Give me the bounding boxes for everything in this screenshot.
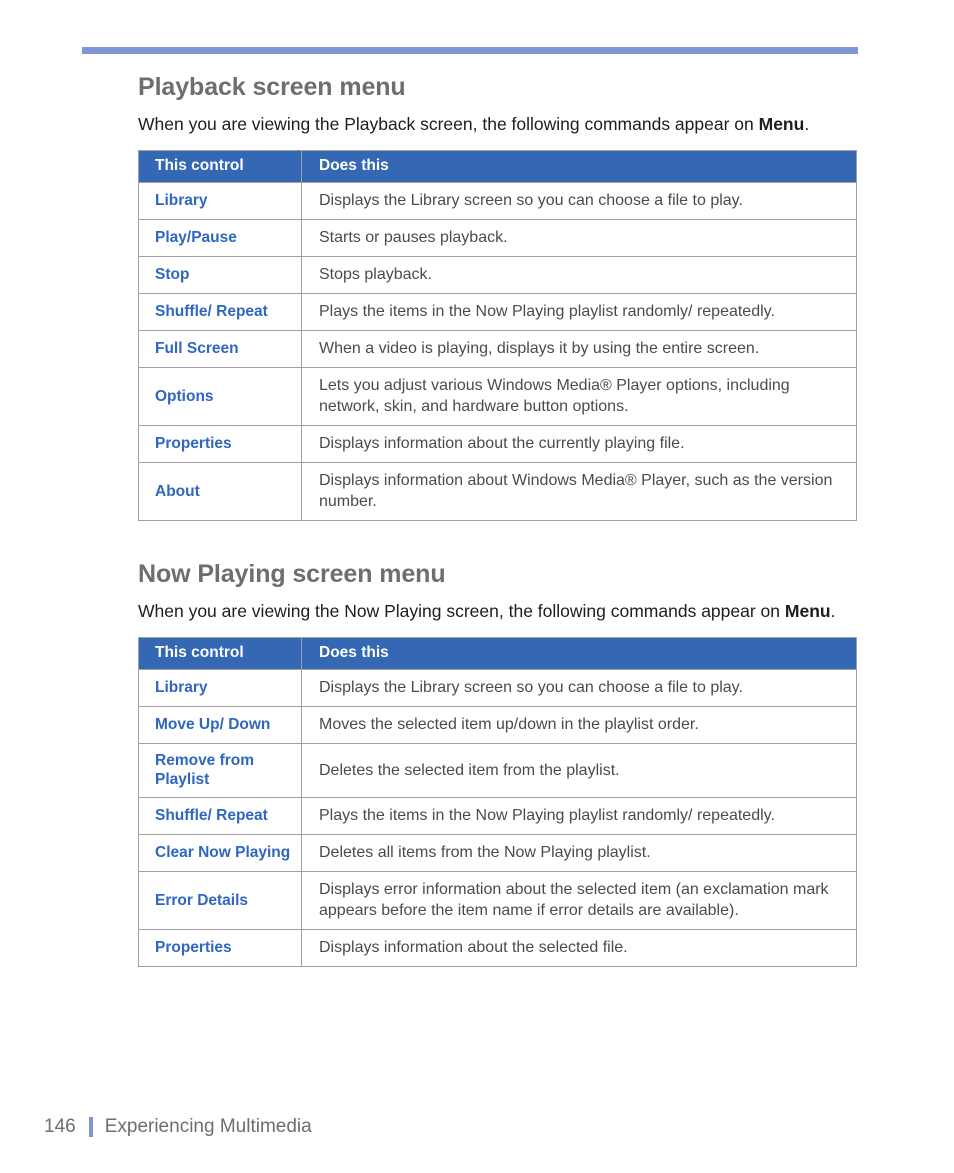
control-name: Play/Pause [138, 219, 302, 257]
now-playing-menu-table: This control Does this Library Displays … [138, 637, 857, 967]
control-description: Deletes all items from the Now Playing p… [301, 834, 857, 872]
control-description: Plays the items in the Now Playing playl… [301, 293, 857, 331]
table-row: Stop Stops playback. [138, 256, 857, 294]
page-title: Playback screen menu [138, 73, 406, 101]
control-name: Properties [138, 425, 302, 463]
control-description: Displays information about the selected … [301, 929, 857, 967]
intro-text-part-2: . [804, 114, 810, 134]
control-name: Full Screen [138, 330, 302, 368]
page-top-rule [82, 47, 858, 54]
column-header-description: Does this [301, 150, 857, 183]
control-name: About [138, 462, 302, 521]
table-row: Clear Now Playing Deletes all items from… [138, 834, 857, 872]
control-description: Lets you adjust various Windows Media® P… [301, 367, 857, 426]
control-name: Stop [138, 256, 302, 294]
table-header-row: This control Does this [138, 150, 857, 183]
control-description: Displays information about the currently… [301, 425, 857, 463]
table-row: Shuffle/ Repeat Plays the items in the N… [138, 293, 857, 331]
table-header-row: This control Does this [138, 637, 857, 670]
table-row: Shuffle/ Repeat Plays the items in the N… [138, 797, 857, 835]
control-name: Options [138, 367, 302, 426]
column-header-description: Does this [301, 637, 857, 670]
page-footer: 146 Experiencing Multimedia [44, 1114, 312, 1140]
control-name: Properties [138, 929, 302, 967]
control-description: Moves the selected item up/down in the p… [301, 706, 857, 744]
control-name: Library [138, 669, 302, 707]
table-row: Library Displays the Library screen so y… [138, 669, 857, 707]
section-heading-now-playing: Now Playing screen menu [138, 560, 446, 588]
control-description: When a video is playing, displays it by … [301, 330, 857, 368]
table-row: Library Displays the Library screen so y… [138, 182, 857, 220]
page-content: Playback screen menu When you are viewin… [138, 72, 858, 967]
control-description: Plays the items in the Now Playing playl… [301, 797, 857, 835]
table-row: About Displays information about Windows… [138, 462, 857, 521]
intro-text-part-1: When you are viewing the Playback screen… [138, 114, 759, 134]
intro-text-part-1: When you are viewing the Now Playing scr… [138, 601, 785, 621]
intro-bold-menu: Menu [758, 114, 805, 134]
table-row: Error Details Displays error information… [138, 871, 857, 930]
table-row: Remove from Playlist Deletes the selecte… [138, 743, 857, 798]
footer-divider [88, 1117, 93, 1137]
control-description: Displays error information about the sel… [301, 871, 857, 930]
playback-menu-table: This control Does this Library Displays … [138, 150, 857, 521]
control-description: Stops playback. [301, 256, 857, 294]
intro-bold-menu: Menu [784, 601, 831, 621]
column-header-control: This control [138, 637, 302, 670]
control-description: Displays the Library screen so you can c… [301, 182, 857, 220]
table-row: Properties Displays information about th… [138, 425, 857, 463]
control-name: Error Details [138, 871, 302, 930]
table-row: Move Up/ Down Moves the selected item up… [138, 706, 857, 744]
control-name: Clear Now Playing [138, 834, 302, 872]
section-intro-playback: When you are viewing the Playback screen… [138, 112, 838, 136]
control-name: Move Up/ Down [138, 706, 302, 744]
footer-page-number: 146 [44, 1116, 76, 1137]
control-name: Shuffle/ Repeat [138, 797, 302, 835]
playback-table-body: Library Displays the Library screen so y… [138, 182, 857, 521]
now-playing-table-body: Library Displays the Library screen so y… [138, 669, 857, 967]
control-name: Remove from Playlist [138, 743, 302, 798]
control-description: Deletes the selected item from the playl… [301, 743, 857, 798]
intro-text-part-2: . [830, 601, 836, 621]
footer-chapter-title: Experiencing Multimedia [104, 1116, 312, 1137]
control-name: Library [138, 182, 302, 220]
table-row: Options Lets you adjust various Windows … [138, 367, 857, 426]
document-page: Playback screen menu When you are viewin… [0, 0, 954, 1173]
column-header-control: This control [138, 150, 302, 183]
section-intro-now-playing: When you are viewing the Now Playing scr… [138, 599, 838, 623]
control-name: Shuffle/ Repeat [138, 293, 302, 331]
control-description: Starts or pauses playback. [301, 219, 857, 257]
control-description: Displays information about Windows Media… [301, 462, 857, 521]
table-row: Play/Pause Starts or pauses playback. [138, 219, 857, 257]
table-row: Properties Displays information about th… [138, 929, 857, 967]
table-row: Full Screen When a video is playing, dis… [138, 330, 857, 368]
control-description: Displays the Library screen so you can c… [301, 669, 857, 707]
